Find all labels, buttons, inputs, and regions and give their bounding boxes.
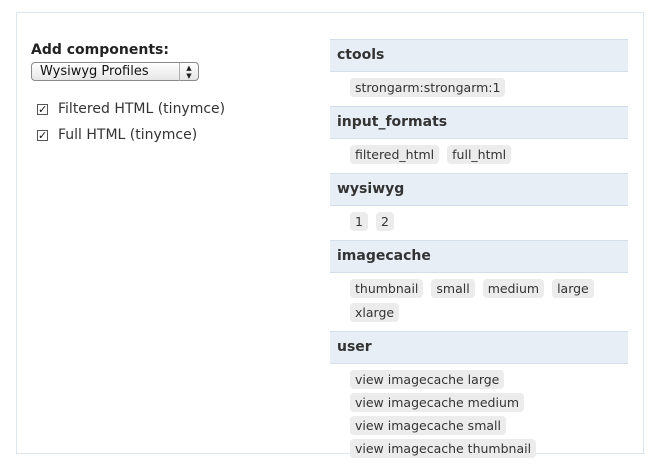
component-tag[interactable]: 1 [350, 212, 368, 231]
checkbox-row-full-html[interactable]: ✓ Full HTML (tinymce) [31, 122, 311, 148]
component-type-select-value: Wysiwyg Profiles [40, 64, 149, 79]
section-body-wysiwyg: 1 2 [330, 206, 628, 240]
component-tag[interactable]: view imagecache large [350, 370, 505, 389]
component-tag[interactable]: filtered_html [350, 145, 440, 164]
components-form: Add components: Wysiwyg Profiles ▲ ▼ ✓ Fi… [31, 42, 311, 148]
checkbox-label: Full HTML (tinymce) [58, 127, 198, 143]
section-header-user: user [330, 331, 628, 364]
section-body-user: view imagecache large view imagecache me… [330, 364, 628, 466]
component-tag[interactable]: xlarge [350, 303, 400, 322]
component-tag[interactable]: full_html [447, 145, 512, 164]
add-components-label: Add components: [31, 42, 169, 58]
component-checkbox-list: ✓ Filtered HTML (tinymce) ✓ Full HTML (t… [31, 96, 311, 148]
section-header-input-formats: input_formats [330, 106, 628, 139]
component-tag[interactable]: medium [482, 279, 545, 298]
select-arrows-icon: ▲ ▼ [179, 63, 198, 81]
component-tag[interactable]: small [431, 279, 475, 298]
checkbox-filtered-html[interactable]: ✓ [37, 103, 48, 115]
checkbox-full-html[interactable]: ✓ [37, 129, 48, 141]
section-body-input-formats: filtered_html full_html [330, 139, 628, 173]
components-summary: ctools strongarm:strongarm:1 input_forma… [330, 39, 628, 466]
checkbox-row-filtered-html[interactable]: ✓ Filtered HTML (tinymce) [31, 96, 311, 122]
component-tag[interactable]: strongarm:strongarm:1 [350, 78, 506, 97]
section-header-imagecache: imagecache [330, 240, 628, 273]
section-body-ctools: strongarm:strongarm:1 [330, 72, 628, 106]
features-panel: Add components: Wysiwyg Profiles ▲ ▼ ✓ Fi… [16, 12, 644, 458]
component-tag[interactable]: view imagecache medium [350, 393, 525, 412]
component-tag[interactable]: view imagecache small [350, 416, 506, 435]
section-header-wysiwyg: wysiwyg [330, 173, 628, 206]
component-tag[interactable]: thumbnail [350, 279, 424, 298]
component-type-select[interactable]: Wysiwyg Profiles ▲ ▼ [31, 62, 199, 81]
component-tag[interactable]: large [552, 279, 594, 298]
checkbox-label: Filtered HTML (tinymce) [58, 101, 226, 117]
section-header-ctools: ctools [330, 39, 628, 72]
component-tag[interactable]: 2 [375, 212, 394, 231]
section-body-imagecache: thumbnail small medium large xlarge [330, 273, 628, 331]
